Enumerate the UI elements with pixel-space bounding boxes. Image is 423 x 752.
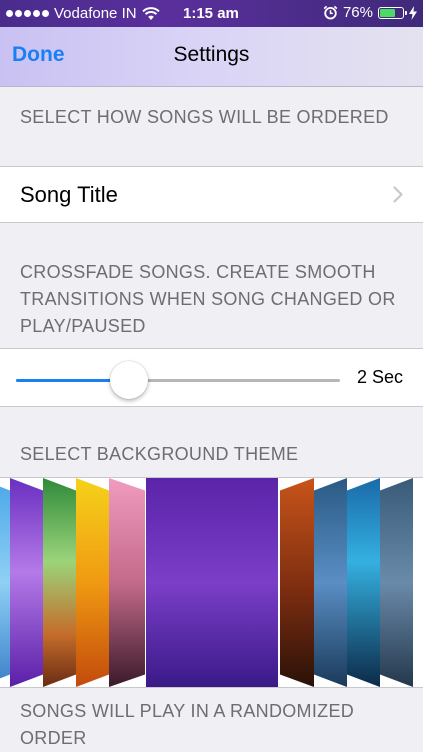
status-time: 1:15 am [183, 5, 239, 22]
signal-strength-icon [6, 10, 49, 17]
battery-percentage: 76% [342, 4, 373, 21]
chevron-right-icon [393, 186, 403, 203]
crossfade-slider-thumb[interactable] [110, 361, 149, 399]
theme-carousel[interactable] [0, 477, 423, 688]
song-order-value: Song Title [20, 182, 118, 207]
top-bar: Vodafone IN 1:15 am 76% Done Settings [0, 0, 423, 87]
crossfade-header: CROSSFADE SONGS. CREATE SMOOTH TRANSITIO… [20, 262, 396, 336]
theme-card-violet[interactable] [10, 478, 43, 687]
theme-card-steel-blue[interactable] [314, 478, 347, 687]
status-left: Vodafone IN [6, 5, 160, 22]
theme-card-sky-blue[interactable] [0, 478, 10, 687]
battery-fill [380, 8, 395, 17]
navigation-bar: Done Settings [0, 27, 423, 86]
theme-card-slate[interactable] [380, 478, 413, 687]
carrier-name: Vodafone IN [54, 5, 137, 22]
theme-header: SELECT BACKGROUND THEME [20, 444, 299, 464]
wifi-icon [141, 6, 160, 20]
theme-card-green[interactable] [43, 478, 76, 687]
crossfade-slider-track[interactable] [16, 379, 340, 382]
song-order-cell[interactable]: Song Title [0, 166, 423, 223]
theme-card-yellow-orange[interactable] [76, 478, 109, 687]
shuffle-header: SONGS WILL PLAY IN A RANDOMIZED ORDER [20, 701, 355, 748]
song-order-header: SELECT HOW SONGS WILL BE ORDERED [20, 107, 389, 127]
status-bar: Vodafone IN 1:15 am 76% [0, 0, 423, 27]
status-right: 76% [323, 4, 417, 21]
alarm-clock-icon [323, 5, 338, 20]
theme-card-teal[interactable] [347, 478, 380, 687]
battery-icon [378, 6, 407, 19]
crossfade-value: 2 Sec [356, 367, 403, 387]
theme-card-purple-selected[interactable] [146, 478, 278, 687]
theme-card-copper[interactable] [280, 478, 314, 687]
crossfade-cell: 2 Sec [0, 348, 423, 407]
page-title: Settings [173, 43, 250, 66]
charging-bolt-icon [409, 5, 417, 20]
theme-card-pink[interactable] [109, 478, 145, 687]
